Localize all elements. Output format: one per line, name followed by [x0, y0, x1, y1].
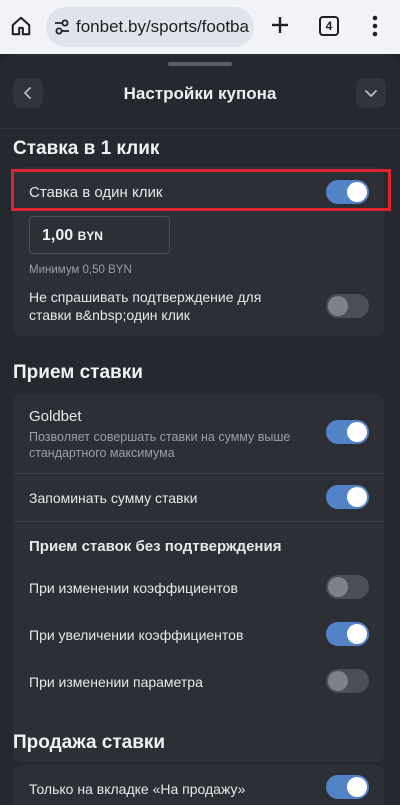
toggle-knob: [347, 487, 367, 507]
new-tab-icon[interactable]: [268, 13, 292, 37]
tab-switcher-icon[interactable]: 4: [319, 16, 339, 36]
odds-change-label: При изменении коэффициентов: [29, 580, 238, 596]
goldbet-desc-line1: Позволяет совершать ставки на сумму выше: [29, 430, 291, 444]
sale-card: Только на вкладке «На продажу»: [13, 765, 384, 805]
row-divider: [13, 473, 384, 474]
home-icon[interactable]: [10, 15, 32, 37]
param-change-toggle[interactable]: [326, 669, 369, 693]
collapse-button[interactable]: [356, 78, 386, 108]
header-divider: [0, 128, 400, 129]
toggle-knob: [328, 671, 348, 691]
browser-toolbar: fonbet.by/sports/footba 4: [0, 0, 400, 54]
remember-amount-toggle[interactable]: [326, 485, 369, 509]
toggle-knob: [328, 296, 348, 316]
stake-amount-value: 1,00 BYN: [42, 227, 103, 244]
goldbet-label: Goldbet: [29, 408, 82, 425]
odds-increase-toggle[interactable]: [326, 622, 369, 646]
sale-tab-toggle[interactable]: [326, 775, 369, 799]
odds-increase-label: При увеличении коэффициентов: [29, 627, 244, 643]
row-divider: [13, 521, 384, 522]
remember-amount-label: Запоминать сумму ставки: [29, 490, 198, 506]
sale-section-title: Продажа ставки: [13, 732, 166, 753]
goldbet-desc-line2: стандартного максимума: [29, 446, 175, 460]
goldbet-toggle[interactable]: [326, 420, 369, 444]
sheet-drag-handle[interactable]: [168, 62, 232, 66]
url-text: fonbet.by/sports/footba: [76, 17, 249, 36]
param-change-label: При изменении параметра: [29, 674, 203, 690]
toggle-knob: [347, 777, 367, 797]
one-click-section-title: Ставка в 1 клик: [13, 138, 160, 159]
toggle-knob: [347, 624, 367, 644]
acceptance-section-title: Прием ставки: [13, 362, 143, 383]
no-confirm-label-line1: Не спрашивать подтверждение для: [29, 289, 262, 305]
sheet-title: Настройки купона: [123, 84, 277, 103]
no-confirm-subheading: Прием ставок без подтверждения: [29, 538, 282, 555]
minimum-amount-label: Минимум 0,50 BYN: [29, 264, 132, 276]
stake-amount-input[interactable]: 1,00 BYN: [29, 216, 170, 254]
site-settings-icon[interactable]: [53, 18, 71, 36]
highlight-frame: [11, 169, 391, 211]
toggle-knob: [328, 577, 348, 597]
toggle-knob: [347, 422, 367, 442]
sale-tab-label: Только на вкладке «На продажу»: [29, 781, 246, 797]
no-confirm-label-line2: ставки в&nbsp;один клик: [29, 307, 190, 323]
acceptance-card: Goldbet Позволяет совершать ставки на су…: [13, 394, 384, 762]
no-confirm-toggle[interactable]: [326, 294, 369, 318]
odds-change-toggle[interactable]: [326, 575, 369, 599]
more-menu-icon[interactable]: [370, 14, 380, 38]
coupon-settings-sheet: Настройки купона Ставка в 1 клик Ставка …: [0, 54, 400, 805]
address-bar[interactable]: fonbet.by/sports/footba: [46, 7, 254, 47]
chevron-down-icon: [365, 90, 377, 97]
